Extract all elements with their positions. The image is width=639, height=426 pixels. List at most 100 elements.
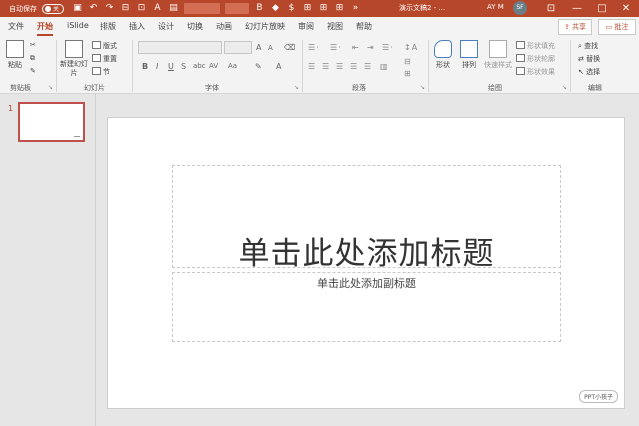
- tab-layout[interactable]: 排版: [100, 21, 116, 32]
- redo-icon[interactable]: ↷: [104, 3, 115, 14]
- bold-button[interactable]: B: [142, 62, 148, 71]
- shape-effects-label: 形状效果: [527, 68, 555, 76]
- shrink-font-icon[interactable]: A: [268, 44, 273, 52]
- font-dropdown-icon[interactable]: [184, 3, 220, 14]
- clipboard-launcher-icon[interactable]: ↘: [48, 84, 53, 91]
- underline-button[interactable]: U: [168, 62, 174, 71]
- undo-icon[interactable]: ↶: [88, 3, 99, 14]
- text-direction-icon[interactable]: ↕A: [404, 43, 418, 52]
- save-icon[interactable]: ▣: [72, 3, 83, 14]
- fill-icon[interactable]: ◆: [270, 3, 281, 14]
- tab-home[interactable]: 开始: [37, 21, 53, 36]
- align-left-icon[interactable]: ⊞: [302, 3, 313, 14]
- shape-effects-button[interactable]: 形状效果: [516, 67, 555, 77]
- select-button[interactable]: ↖ 选择: [578, 67, 600, 77]
- distribute-icon[interactable]: ☰: [364, 62, 372, 71]
- cut-icon[interactable]: ✂: [30, 41, 36, 49]
- comment-button[interactable]: ▭ 批注: [598, 19, 636, 35]
- outline-icon[interactable]: $: [286, 3, 297, 14]
- font-launcher-icon[interactable]: ↘: [294, 84, 299, 91]
- avatar[interactable]: SF: [513, 1, 527, 15]
- font-color-icon[interactable]: A: [276, 62, 281, 71]
- paste-button[interactable]: 粘贴: [6, 40, 24, 70]
- shape-outline-button[interactable]: 形状轮廓: [516, 54, 555, 64]
- format-icon[interactable]: ⊡: [136, 3, 147, 14]
- comment-label: 批注: [614, 23, 629, 31]
- highlight-icon[interactable]: ✎: [255, 62, 262, 71]
- tab-transitions[interactable]: 切换: [187, 21, 203, 32]
- layout-icon: [92, 41, 101, 49]
- copy-icon[interactable]: ⧉: [30, 54, 35, 63]
- clear-format-icon[interactable]: ⌫: [284, 43, 295, 52]
- italic-button[interactable]: I: [156, 62, 158, 71]
- reset-button[interactable]: 重置: [92, 54, 117, 64]
- char-spacing-button[interactable]: AV: [209, 62, 218, 70]
- font-size-dropdown[interactable]: [224, 41, 252, 54]
- shapes-button[interactable]: 形状: [434, 40, 452, 70]
- increase-indent-icon[interactable]: ⇥: [367, 43, 375, 52]
- tab-animations[interactable]: 动画: [216, 21, 232, 32]
- tab-islide[interactable]: iSlide: [67, 21, 89, 30]
- columns-icon[interactable]: ▥: [380, 62, 389, 71]
- arrange-icon: [460, 40, 478, 58]
- change-case-button[interactable]: Aa: [228, 62, 237, 70]
- shape-fill-button[interactable]: 形状填充: [516, 41, 555, 51]
- new-slide-button[interactable]: 新建幻灯片: [60, 40, 88, 78]
- smartart-icon[interactable]: ⊞: [404, 69, 412, 78]
- format-painter-icon[interactable]: ✎: [30, 67, 36, 75]
- more-icon[interactable]: »: [350, 3, 361, 14]
- line-spacing-icon[interactable]: ☰·: [382, 43, 394, 52]
- align-right-icon[interactable]: ⊞: [334, 3, 345, 14]
- layout-button[interactable]: 版式: [92, 41, 117, 51]
- find-button[interactable]: ⌕ 查找: [578, 41, 598, 51]
- shadow-button[interactable]: abc: [193, 62, 206, 70]
- title-placeholder[interactable]: 单击此处添加标题: [172, 165, 561, 272]
- section-button[interactable]: 节: [92, 67, 110, 77]
- tab-file[interactable]: 文件: [8, 21, 24, 32]
- divider: [570, 40, 571, 92]
- strikethrough-button[interactable]: S: [181, 62, 186, 71]
- ribbon-display-icon[interactable]: ⊡: [539, 0, 563, 17]
- font-name-dropdown[interactable]: [138, 41, 222, 54]
- title-bar: 自动保存 关 ▣ ↶ ↷ ⊟ ⊡ A ▤ B ◆ $ ⊞ ⊞ ⊞ » 演示文稿2…: [0, 0, 639, 17]
- bullets-icon[interactable]: ☰·: [308, 43, 320, 52]
- quick-styles-button[interactable]: 快速样式: [484, 40, 512, 70]
- align-left-icon[interactable]: ☰: [308, 62, 316, 71]
- replace-button[interactable]: ⇄ 替换: [578, 54, 600, 64]
- drawing-launcher-icon[interactable]: ↘: [562, 84, 567, 91]
- align-text-icon[interactable]: ⊟: [404, 57, 412, 66]
- tab-view[interactable]: 视图: [327, 21, 343, 32]
- close-icon[interactable]: ✕: [614, 0, 638, 17]
- size-dropdown-icon[interactable]: [225, 3, 249, 14]
- text-icon[interactable]: A: [152, 3, 163, 14]
- bold-icon[interactable]: B: [254, 3, 265, 14]
- align-right-icon[interactable]: ☰: [336, 62, 344, 71]
- present-icon[interactable]: ⊟: [120, 3, 131, 14]
- tab-help[interactable]: 帮助: [356, 21, 372, 32]
- decrease-indent-icon[interactable]: ⇤: [352, 43, 360, 52]
- share-button[interactable]: ⇪ 共享: [558, 19, 592, 35]
- slide-canvas[interactable]: 单击此处添加标题 单击此处添加副标题 PPT小孩子: [107, 117, 625, 409]
- justify-icon[interactable]: ☰: [350, 62, 358, 71]
- tab-design[interactable]: 设计: [158, 21, 174, 32]
- ribbon-tabs: 文件 开始 iSlide 排版 插入 设计 切换 动画 幻灯片放映 审阅 视图 …: [0, 17, 639, 37]
- arrange-button[interactable]: 排列: [460, 40, 478, 70]
- slide-thumbnail[interactable]: [18, 102, 85, 142]
- maximize-icon[interactable]: □: [590, 0, 614, 17]
- align-center-icon[interactable]: ⊞: [318, 3, 329, 14]
- tab-review[interactable]: 审阅: [298, 21, 314, 32]
- tab-slideshow[interactable]: 幻灯片放映: [245, 21, 285, 32]
- align-center-icon[interactable]: ☰: [322, 62, 330, 71]
- numbering-icon[interactable]: ☰·: [330, 43, 342, 52]
- grow-font-icon[interactable]: A: [256, 43, 261, 52]
- picture-icon[interactable]: ▤: [168, 3, 179, 14]
- autosave-toggle[interactable]: 关: [42, 3, 64, 14]
- find-label: 查找: [584, 42, 599, 50]
- tab-insert[interactable]: 插入: [129, 21, 145, 32]
- drawing-group-label: 绘图: [488, 84, 502, 92]
- paragraph-launcher-icon[interactable]: ↘: [420, 84, 425, 91]
- fill-icon: [516, 41, 525, 49]
- minimize-icon[interactable]: —: [565, 0, 589, 17]
- user-name[interactable]: AY M: [487, 3, 504, 11]
- subtitle-placeholder[interactable]: 单击此处添加副标题: [172, 272, 561, 342]
